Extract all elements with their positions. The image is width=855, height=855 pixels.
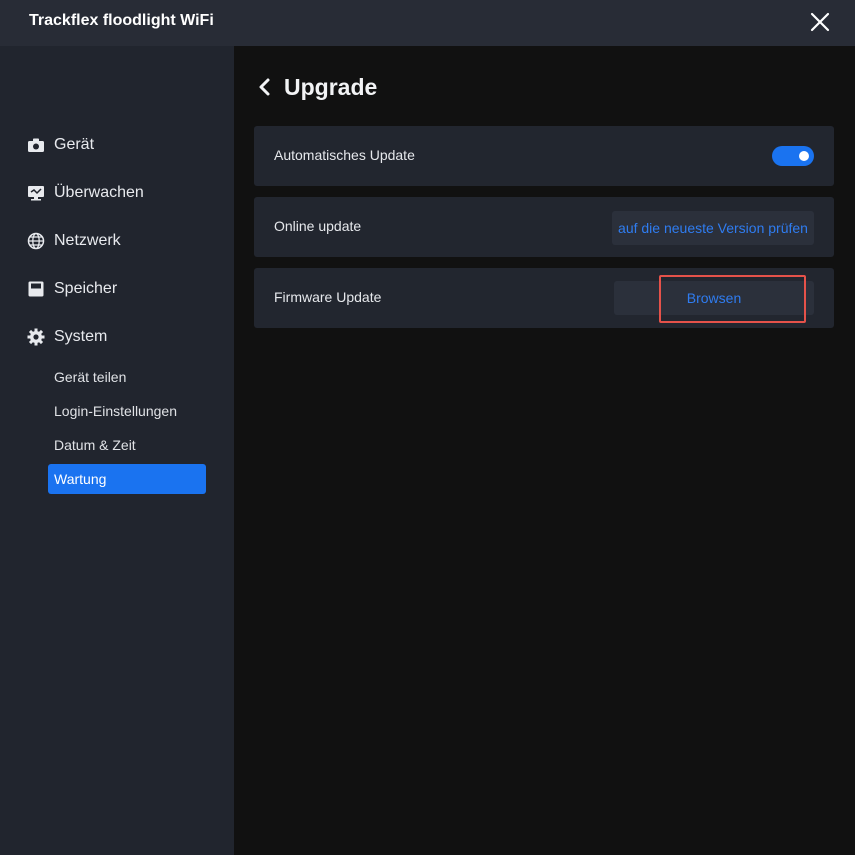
sidebar-item-netzwerk[interactable]: Netzwerk [26,229,121,253]
back-button[interactable] [256,76,274,98]
sidebar-item-label: Überwachen [54,184,144,201]
monitor-icon [26,183,46,203]
sidebar-subitem-datum-zeit[interactable]: Datum & Zeit [48,430,206,460]
sidebar-subitem-label: Wartung [54,471,107,487]
sidebar: Gerät Überwachen Netzwerk Speicher Syste… [0,46,234,855]
gear-icon [26,327,46,347]
sidebar-subitem-label: Gerät teilen [54,369,127,385]
auto-update-row: Automatisches Update [254,126,834,186]
window-title: Trackflex floodlight WiFi [29,12,214,29]
online-update-label: Online update [274,218,362,234]
globe-icon [26,231,46,251]
sidebar-item-label: System [54,328,108,345]
auto-update-label: Automatisches Update [274,147,415,163]
title-bar: Trackflex floodlight WiFi [0,0,855,46]
auto-update-toggle[interactable] [772,146,814,166]
firmware-update-row: Firmware Update Browsen [254,268,834,328]
sidebar-item-label: Netzwerk [54,232,121,249]
check-latest-version-button[interactable]: auf die neueste Version prüfen [612,211,814,245]
sidebar-subitem-label: Login-Einstellungen [54,403,177,419]
sidebar-item-geraet[interactable]: Gerät [26,133,94,157]
sidebar-subitem-label: Datum & Zeit [54,437,136,453]
sidebar-item-system[interactable]: System [26,325,107,349]
online-update-row: Online update auf die neueste Version pr… [254,197,834,257]
chevron-left-icon [259,78,270,96]
storage-icon [26,279,46,299]
firmware-update-label: Firmware Update [274,289,382,305]
sidebar-subitem-geraet-teilen[interactable]: Gerät teilen [48,362,206,392]
close-button[interactable] [806,9,834,35]
sidebar-subitem-login-einstellungen[interactable]: Login-Einstellungen [48,396,206,426]
sidebar-item-ueberwachen[interactable]: Überwachen [26,181,144,205]
main-panel: Upgrade Automatisches Update Online upda… [234,46,855,855]
sidebar-subitem-wartung[interactable]: Wartung [48,464,206,494]
camera-icon [26,135,46,155]
toggle-knob [799,151,809,161]
close-icon [810,12,830,32]
sidebar-item-label: Gerät [54,136,95,153]
sidebar-item-speicher[interactable]: Speicher [26,277,117,301]
sidebar-item-label: Speicher [54,280,118,297]
browse-button[interactable]: Browsen [614,281,814,315]
page-header: Upgrade [256,72,377,102]
page-title: Upgrade [284,73,378,100]
